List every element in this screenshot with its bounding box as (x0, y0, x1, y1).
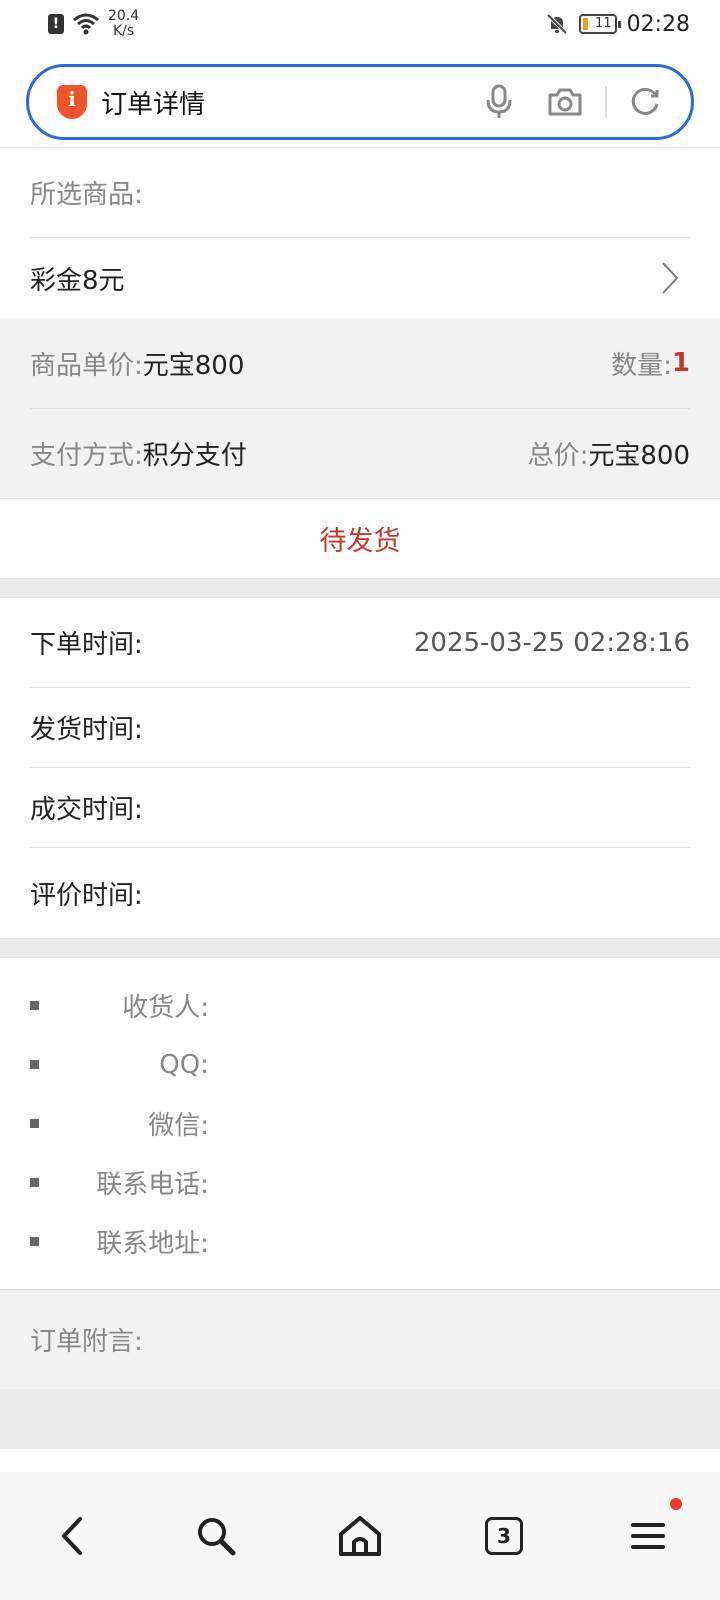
bottom-nav: 3 (0, 1472, 720, 1600)
payment-value: 积分支付 (142, 441, 247, 471)
menu-button[interactable] (608, 1496, 688, 1576)
order-detail: 所选商品: 彩金8元 商品单价: 元宝800 数量: 1 支付方式: 积分支付 (0, 148, 720, 1449)
bullet-icon (30, 1001, 39, 1010)
search-box[interactable]: 订单详情 (26, 64, 694, 140)
bullet-icon (30, 1119, 39, 1128)
status-left: 20.4 K/s (48, 9, 139, 39)
divider (605, 86, 607, 118)
speed-value: 20.4 (108, 8, 140, 24)
quantity-label: 数量: (611, 350, 672, 381)
ship-time-row: 发货时间: (30, 688, 690, 768)
times-section: 下单时间: 2025-03-25 02:28:16 发货时间: 成交时间: 评价… (0, 598, 720, 938)
speed-unit: K/s (112, 23, 135, 39)
sim-alert-icon (48, 14, 64, 34)
order-time-value: 2025-03-25 02:28:16 (413, 627, 690, 658)
total-label: 总价: (527, 441, 589, 471)
network-speed: 20.4 K/s (108, 9, 139, 39)
order-time-label: 下单时间: (30, 630, 143, 660)
address-bar: 订单详情 (0, 48, 720, 148)
search-actions (477, 80, 667, 124)
deal-time-row: 成交时间: (30, 768, 690, 848)
payment-method: 支付方式: 积分支付 (30, 435, 247, 472)
order-status: 待发货 (0, 498, 720, 578)
camera-icon[interactable] (543, 80, 587, 124)
status-right: 11 02:28 (545, 12, 690, 37)
microphone-icon[interactable] (477, 80, 521, 124)
receiver-label: 收货人: (122, 993, 209, 1023)
notification-dot (670, 1498, 682, 1510)
status-bar: 20.4 K/s 11 02:28 (0, 0, 720, 48)
total-value: 元宝800 (588, 441, 690, 471)
home-icon (339, 1516, 381, 1556)
product-item-row[interactable]: 彩金8元 (30, 238, 690, 318)
bullet-icon (30, 1237, 39, 1246)
list-item: 收货人: (30, 976, 690, 1035)
tabs-button[interactable]: 3 (464, 1496, 544, 1576)
list-item: 微信: (30, 1094, 690, 1153)
list-item: QQ: (30, 1035, 690, 1094)
bell-muted-icon (546, 13, 568, 35)
phone-label: 联系电话: (96, 1170, 209, 1200)
note-section: 订单附言: (0, 1289, 720, 1389)
shield-icon[interactable] (57, 85, 87, 119)
contact-section: 收货人: QQ: 微信: 联系电话: 联系地址: (0, 958, 720, 1289)
review-time-row: 评价时间: (30, 848, 690, 938)
product-section-label: 所选商品: (30, 180, 143, 210)
back-icon (62, 1517, 82, 1555)
note-label: 订单附言: (30, 1327, 143, 1357)
section-gap (0, 578, 720, 598)
order-time-row: 下单时间: 2025-03-25 02:28:16 (30, 598, 690, 688)
payment-row: 支付方式: 积分支付 总价: 元宝800 (30, 408, 690, 498)
back-button[interactable] (32, 1496, 112, 1576)
quantity: 数量: 1 (611, 345, 690, 382)
payment-label: 支付方式: (30, 441, 143, 471)
product-section: 所选商品: 彩金8元 (0, 148, 720, 318)
bullet-icon (30, 1178, 39, 1187)
section-gap (0, 938, 720, 958)
quantity-value: 1 (671, 348, 690, 378)
home-button[interactable] (320, 1496, 400, 1576)
total-price: 总价: 元宝800 (528, 435, 690, 472)
deal-time-label: 成交时间: (30, 795, 143, 825)
product-name: 彩金8元 (30, 265, 125, 296)
page-bottom-fill (0, 1389, 720, 1449)
unit-price-row: 商品单价: 元宝800 数量: 1 (30, 318, 690, 408)
menu-icon (631, 1523, 665, 1549)
qq-label: QQ: (159, 1049, 209, 1080)
unit-price-value: 元宝800 (142, 350, 245, 381)
search-icon (198, 1518, 236, 1556)
list-item: 联系电话: (30, 1153, 690, 1212)
review-time-label: 评价时间: (30, 880, 143, 911)
bullet-icon (30, 1060, 39, 1069)
refresh-icon[interactable] (623, 80, 667, 124)
search-input[interactable]: 订单详情 (101, 84, 205, 121)
tab-count: 3 (485, 1517, 523, 1555)
battery-icon: 11 (578, 14, 621, 34)
wechat-label: 微信: (148, 1111, 209, 1141)
unit-price-label: 商品单价: (30, 350, 143, 381)
search-button[interactable] (176, 1496, 256, 1576)
clock: 02:28 (626, 11, 690, 37)
product-title-row: 所选商品: (30, 148, 690, 238)
wifi-icon (73, 13, 99, 35)
chevron-right-icon (662, 262, 679, 294)
price-section: 商品单价: 元宝800 数量: 1 支付方式: 积分支付 总价: 元宝800 (0, 318, 720, 498)
address-label: 联系地址: (96, 1229, 209, 1259)
ship-time-label: 发货时间: (30, 715, 143, 745)
unit-price: 商品单价: 元宝800 (30, 345, 244, 382)
list-item: 联系地址: (30, 1212, 690, 1271)
